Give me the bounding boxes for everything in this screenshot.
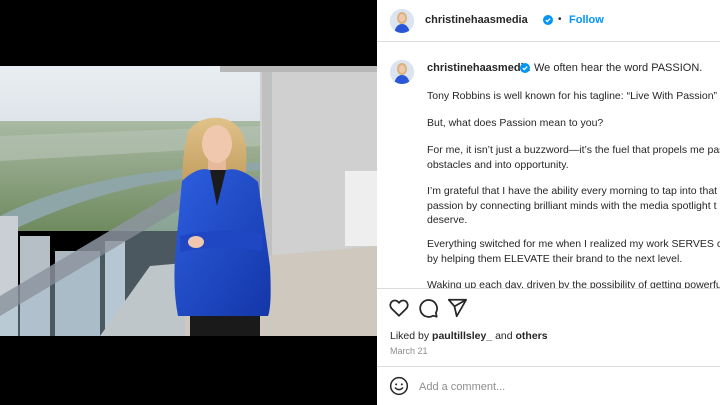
header-username[interactable]: christinehaasmedia xyxy=(425,14,528,26)
verified-badge-icon xyxy=(520,63,530,73)
post-media-area xyxy=(0,0,377,405)
caption-line: For me, it isn’t just a buzzword—it’s th… xyxy=(427,144,720,156)
caption-avatar[interactable] xyxy=(390,60,414,84)
likes-joiner: and xyxy=(495,330,513,342)
post-date[interactable]: March 21 xyxy=(390,346,428,356)
instagram-post-viewer: christinehaasmedia • Follow christinehaa… xyxy=(0,0,720,405)
separator-dot: • xyxy=(558,14,562,25)
follow-button[interactable]: Follow xyxy=(569,14,604,26)
caption-line: by helping them ELEVATE their brand to t… xyxy=(427,252,683,265)
likes-others-link[interactable]: others xyxy=(516,330,548,342)
post-caption: christinehaasmedia We often hear the wor… xyxy=(377,42,720,288)
caption-paragraph: For me, it isn’t just a buzzword—it’s th… xyxy=(427,143,720,172)
caption-paragraph: Tony Robbins is well known for his tagli… xyxy=(427,89,717,104)
caption-line: Everything switched for me when I realiz… xyxy=(427,238,720,250)
liked-by-user-link[interactable]: paultillsley_ xyxy=(432,330,492,342)
caption-line: deserve. xyxy=(427,214,468,226)
comment-bar xyxy=(377,366,720,405)
caption-first-line: We often hear the word PASSION. xyxy=(534,62,703,74)
verified-badge-icon xyxy=(543,15,553,25)
post-details-panel: christinehaasmedia • Follow christinehaa… xyxy=(377,0,720,405)
caption-username[interactable]: christinehaasmedia xyxy=(427,62,530,74)
caption-paragraph: I’m grateful that I have the ability eve… xyxy=(427,184,717,228)
caption-paragraph: Waking up each day, driven by the possib… xyxy=(427,278,720,288)
caption-avatar-image xyxy=(390,60,414,84)
comment-icon[interactable] xyxy=(417,297,439,319)
caption-line: passion by connecting brilliant minds wi… xyxy=(427,199,717,212)
post-photo[interactable] xyxy=(0,66,377,336)
post-actions: Liked by paultillsley_ and others March … xyxy=(377,288,720,366)
emoji-icon[interactable] xyxy=(389,376,409,396)
post-header: christinehaasmedia • Follow xyxy=(377,0,720,42)
share-icon[interactable] xyxy=(446,297,468,319)
caption-line: I’m grateful that I have the ability eve… xyxy=(427,185,718,197)
caption-line: Waking up each day, driven by the possib… xyxy=(427,279,720,288)
caption-line: Tony Robbins is well known for his tagli… xyxy=(427,90,718,102)
avatar[interactable] xyxy=(390,9,414,33)
caption-paragraph: But, what does Passion mean to you? xyxy=(427,116,603,131)
avatar-image xyxy=(390,9,414,33)
caption-line: obstacles and into opportunity. xyxy=(427,158,569,171)
likes-summary: Liked by paultillsley_ and others xyxy=(390,330,548,342)
caption-line: But, what does Passion mean to you? xyxy=(427,117,604,129)
comment-input[interactable] xyxy=(419,378,709,396)
caption-paragraph: Everything switched for me when I realiz… xyxy=(427,237,720,266)
heart-icon[interactable] xyxy=(388,297,410,319)
likes-prefix: Liked by xyxy=(390,330,430,342)
post-image xyxy=(0,66,377,336)
